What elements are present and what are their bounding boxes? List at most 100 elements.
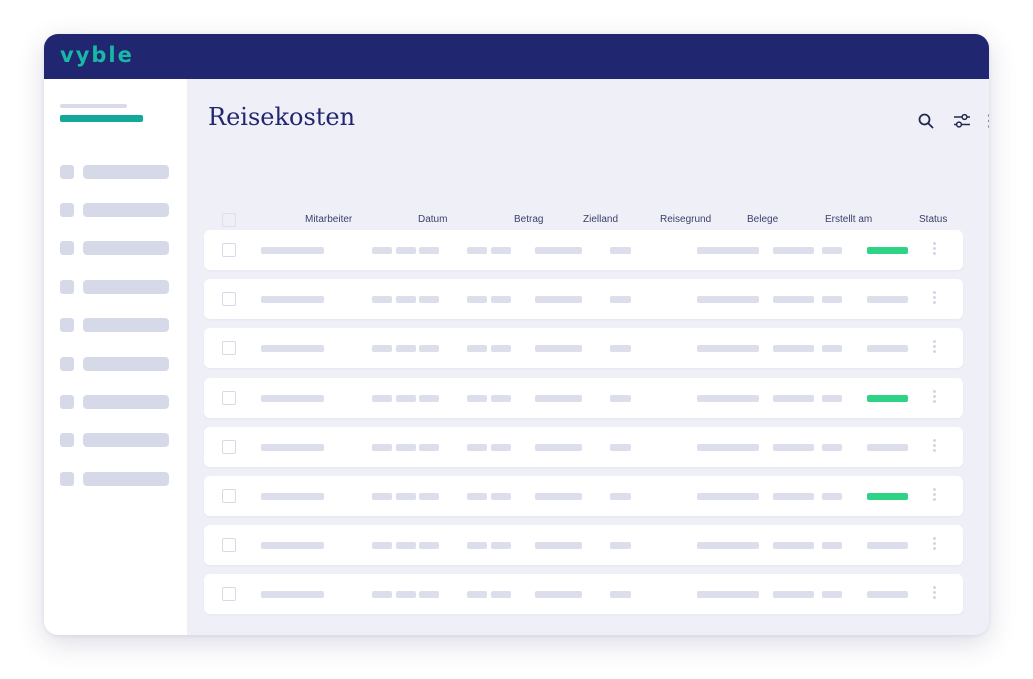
- cell-placeholder: [535, 443, 582, 451]
- cell-placeholder: [261, 542, 324, 550]
- cell-placeholder: [261, 394, 324, 402]
- column-header-erstellt-am[interactable]: Erstellt am: [825, 214, 872, 225]
- row-checkbox[interactable]: [222, 489, 236, 503]
- table-row[interactable]: [204, 279, 963, 320]
- search-icon[interactable]: [917, 112, 935, 130]
- cell-placeholder: [535, 493, 582, 500]
- row-checkbox[interactable]: [222, 390, 236, 405]
- table-row[interactable]: [204, 328, 963, 369]
- cell-placeholder: [261, 296, 324, 304]
- row-checkbox[interactable]: [222, 341, 236, 356]
- cell-placeholder: [491, 443, 511, 451]
- cell-placeholder: [822, 542, 842, 550]
- sidebar-item[interactable]: [60, 318, 170, 332]
- row-more-icon[interactable]: [930, 438, 938, 456]
- cell-placeholder: [610, 394, 631, 402]
- more-vertical-icon[interactable]: [985, 112, 989, 130]
- cell-placeholder: [535, 247, 582, 254]
- row-checkbox[interactable]: [222, 439, 236, 454]
- row-checkbox[interactable]: [222, 292, 236, 307]
- status-badge-active: [867, 247, 908, 254]
- row-more-icon[interactable]: [930, 241, 938, 259]
- sidebar-item[interactable]: [60, 203, 170, 217]
- filter-sliders-icon[interactable]: [953, 112, 971, 130]
- table-row[interactable]: [204, 476, 963, 516]
- cell-placeholder: [491, 542, 511, 550]
- sidebar-item[interactable]: [60, 395, 170, 409]
- cell-placeholder: [773, 542, 814, 550]
- cell-placeholder: [491, 345, 511, 353]
- cell-placeholder: [822, 394, 842, 402]
- column-header-zielland[interactable]: Zielland: [583, 214, 618, 225]
- main-content: Reisekosten Mitarbeiter Datum Betrag Zie…: [187, 79, 989, 635]
- table-row[interactable]: [204, 525, 963, 566]
- cell-placeholder: [419, 394, 439, 402]
- sidebar-item[interactable]: [60, 280, 170, 294]
- table-row[interactable]: [204, 426, 963, 467]
- row-checkbox[interactable]: [222, 538, 236, 553]
- cell-placeholder: [535, 345, 582, 353]
- column-header-belege[interactable]: Belege: [747, 214, 778, 225]
- row-more-icon[interactable]: [930, 339, 938, 357]
- row-more-icon[interactable]: [930, 536, 938, 554]
- column-header-status[interactable]: Status: [919, 214, 947, 225]
- column-header-mitarbeiter[interactable]: Mitarbeiter: [305, 214, 352, 225]
- cell-placeholder: [491, 394, 511, 402]
- cell-placeholder: [773, 443, 814, 451]
- cell-placeholder: [535, 394, 582, 402]
- sidebar: [44, 79, 187, 635]
- cell-placeholder: [396, 542, 416, 550]
- status-badge-active: [867, 493, 908, 500]
- sidebar-item-icon: [60, 318, 74, 332]
- row-more-icon[interactable]: [930, 389, 938, 407]
- cell-placeholder: [372, 345, 392, 353]
- cell-placeholder: [419, 591, 439, 599]
- table-row[interactable]: [204, 377, 963, 418]
- table-row[interactable]: [204, 230, 963, 270]
- sidebar-item[interactable]: [60, 472, 170, 486]
- sidebar-item-label-placeholder: [83, 280, 169, 294]
- cell-placeholder: [822, 591, 842, 599]
- sidebar-item-label-placeholder: [83, 395, 169, 409]
- status-badge: [867, 591, 908, 599]
- cell-placeholder: [697, 542, 759, 550]
- cell-placeholder: [372, 542, 392, 550]
- row-checkbox[interactable]: [222, 243, 236, 257]
- cell-placeholder: [419, 542, 439, 550]
- column-header-datum[interactable]: Datum: [418, 214, 447, 225]
- cell-placeholder: [697, 591, 759, 599]
- cell-placeholder: [822, 443, 842, 451]
- row-checkbox[interactable]: [222, 587, 236, 602]
- column-header-betrag[interactable]: Betrag: [514, 214, 543, 225]
- sidebar-item[interactable]: [60, 357, 170, 371]
- sidebar-item[interactable]: [60, 165, 170, 179]
- column-header-reisegrund[interactable]: Reisegrund: [660, 214, 711, 225]
- cell-placeholder: [467, 443, 487, 451]
- sidebar-item-label-placeholder: [83, 357, 169, 371]
- cell-placeholder: [419, 493, 439, 500]
- status-badge: [867, 345, 908, 353]
- sidebar-item[interactable]: [60, 433, 170, 447]
- sidebar-active-item[interactable]: [60, 115, 143, 122]
- cell-placeholder: [372, 296, 392, 304]
- row-more-icon[interactable]: [930, 487, 938, 505]
- cell-placeholder: [610, 542, 631, 550]
- row-more-icon[interactable]: [930, 290, 938, 308]
- cell-placeholder: [610, 493, 631, 500]
- cell-placeholder: [610, 591, 631, 599]
- sidebar-item-label-placeholder: [83, 318, 169, 332]
- select-all-checkbox[interactable]: [222, 213, 236, 227]
- status-badge: [867, 443, 908, 451]
- row-more-icon[interactable]: [930, 585, 938, 603]
- cell-placeholder: [372, 247, 392, 254]
- cell-placeholder: [773, 345, 814, 353]
- table-row[interactable]: [204, 574, 963, 615]
- cell-placeholder: [773, 591, 814, 599]
- cell-placeholder: [419, 296, 439, 304]
- sidebar-item[interactable]: [60, 241, 170, 255]
- status-badge: [867, 296, 908, 304]
- cell-placeholder: [822, 247, 842, 254]
- brand-logo[interactable]: vyble: [60, 43, 134, 67]
- cell-placeholder: [773, 394, 814, 402]
- cell-placeholder: [467, 493, 487, 500]
